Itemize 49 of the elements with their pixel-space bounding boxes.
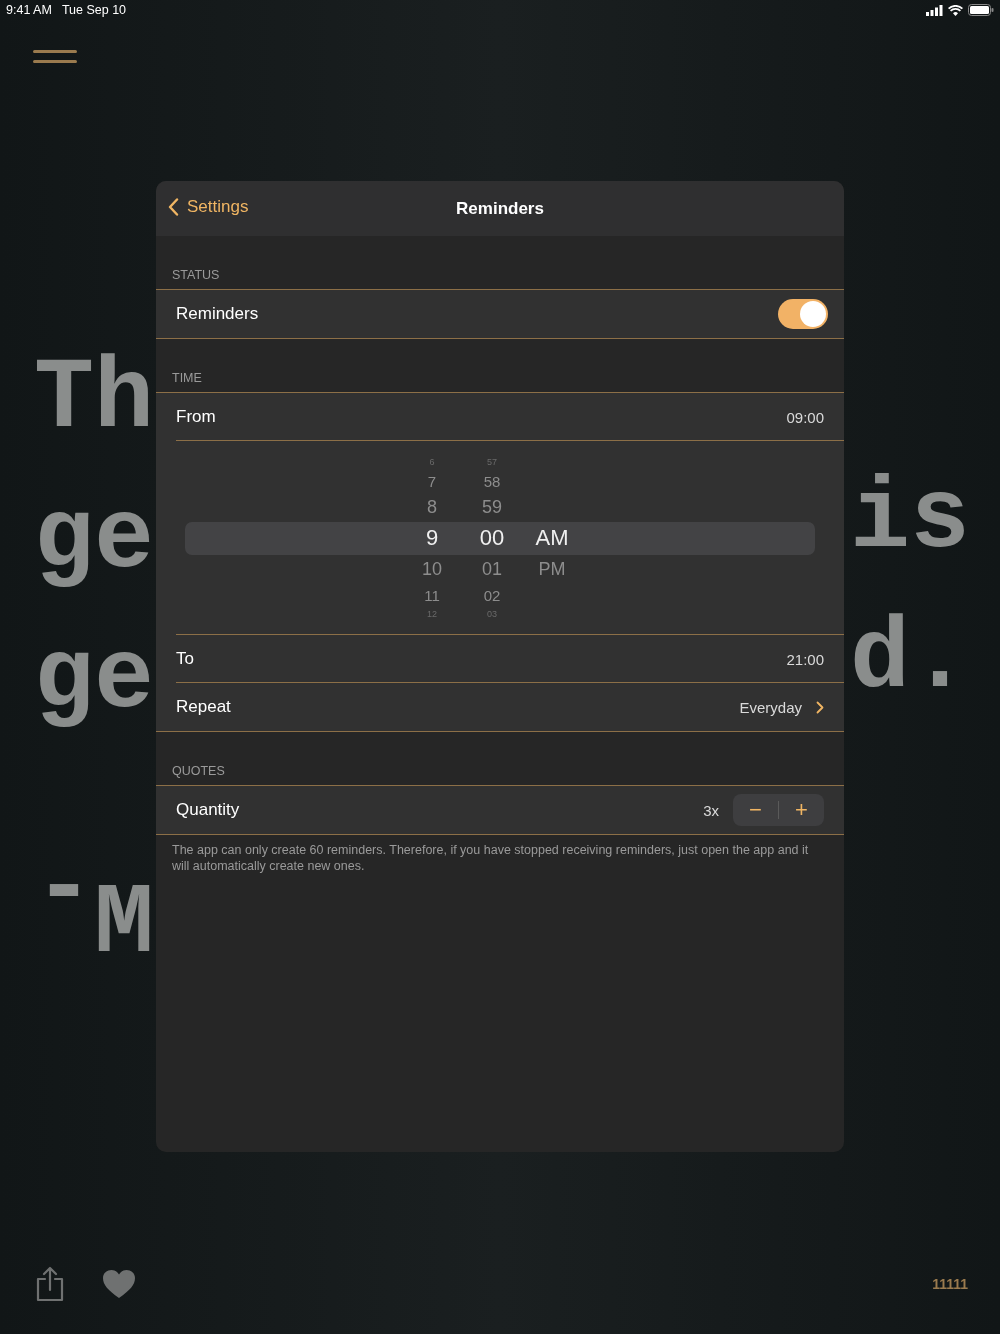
settings-row[interactable]: Repeat Everyday (156, 683, 844, 731)
picker-option[interactable]: AM (535, 521, 569, 555)
share-icon[interactable] (35, 1266, 65, 1302)
toggle-switch[interactable] (778, 299, 828, 329)
quote-text: d. (850, 610, 971, 710)
section-header: TIME (171, 370, 203, 387)
section-header: STATUS (171, 267, 221, 284)
back-chevron-icon (168, 198, 179, 216)
quote-text: ge (34, 630, 155, 730)
row-label: Reminders (176, 304, 259, 324)
quote-text: Th (34, 350, 155, 450)
signal-icon (926, 4, 943, 16)
quote-text: M (94, 875, 154, 975)
battery-icon (968, 4, 994, 16)
picker-option[interactable]: 58 (483, 469, 501, 493)
quantity-value: 3x (703, 801, 719, 819)
picker-option[interactable]: 00 (479, 521, 505, 555)
picker-option[interactable]: PM (538, 555, 566, 583)
picker-option[interactable]: 01 (482, 555, 502, 583)
sheet-title: Reminders (456, 198, 544, 219)
picker-option[interactable]: 11 (424, 583, 440, 607)
wifi-icon (948, 4, 963, 16)
chevron-icon (816, 700, 824, 714)
decrement-button[interactable]: − (733, 794, 778, 826)
status-time: 9:41 AM (6, 3, 52, 17)
heart-icon[interactable] (102, 1269, 136, 1299)
picker-option[interactable]: 02 (483, 583, 501, 607)
row-value: 09:00 (786, 408, 824, 426)
back-button[interactable]: Settings (168, 197, 249, 217)
status-date: Tue Sep 10 (61, 3, 127, 17)
row-label: Repeat (176, 697, 231, 717)
row-label: Quantity (176, 800, 240, 820)
footnote: The app can only create 60 reminders. Therefore, if you have stopped receiving reminders, just open the app and it will automatically create new ones. (171, 842, 810, 874)
increment-button[interactable]: + (779, 794, 824, 826)
quote-text: is (850, 470, 971, 570)
section-header: QUOTES (171, 763, 226, 780)
picker-option[interactable]: 10 (422, 555, 442, 583)
picker-option[interactable]: 8 (427, 493, 437, 521)
row-label: To (176, 649, 194, 669)
quote-text: - (34, 840, 94, 940)
row-value: Everyday (739, 698, 802, 716)
row-label: From (176, 407, 216, 427)
quote-counter: 11111 (932, 1276, 968, 1292)
picker-option[interactable]: 7 (427, 469, 437, 493)
menu-icon[interactable] (33, 49, 77, 65)
quote-text: ge (34, 490, 155, 590)
picker-option[interactable]: 9 (425, 521, 439, 555)
picker-option[interactable]: 59 (482, 493, 502, 521)
row-value: 21:00 (786, 650, 824, 668)
